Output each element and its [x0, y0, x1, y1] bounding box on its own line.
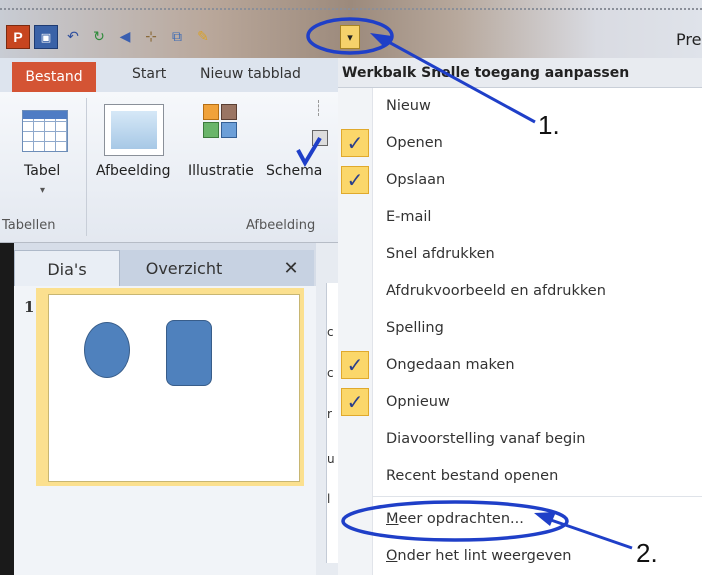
- annotation-overlay: [296, 17, 633, 550]
- checkmark-annotation: [296, 136, 322, 168]
- step-1-label: 1.: [538, 110, 560, 140]
- pointer-line-1: [384, 38, 536, 124]
- step-2-label: 2.: [636, 538, 658, 568]
- arrowhead-2: [534, 512, 556, 526]
- powerpoint-window: P ▣ ↶ ↻ ◀ ⊹ ⧉ ✎ ▾ Pres Bestand Start Nie…: [0, 0, 702, 575]
- pointer-line-2: [547, 517, 633, 550]
- highlight-circle-more-commands: [341, 500, 569, 542]
